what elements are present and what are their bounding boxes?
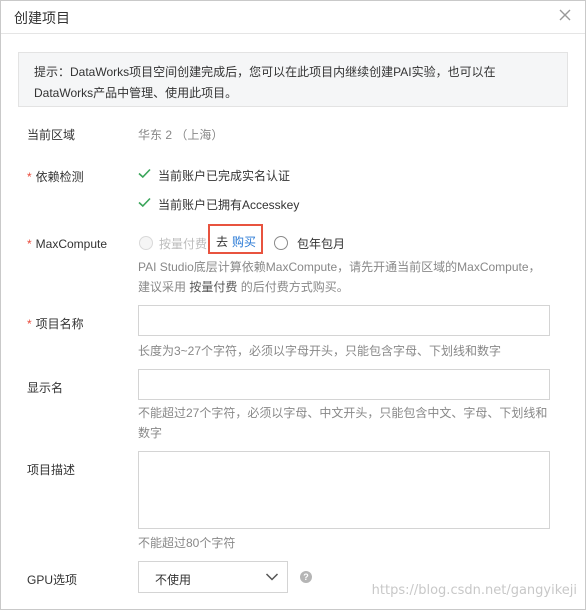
buy-prefix: 去 bbox=[216, 235, 229, 249]
dialog-header: 创建项目 bbox=[1, 1, 585, 34]
maxcompute-hint-line-2: 建议采用 按量付费 的后付费方式购买。 bbox=[138, 280, 349, 294]
display-name-hint-line-1: 不能超过27个字符，必须以字母、中文开头，只能包含中文、字母、下划线和 bbox=[138, 406, 548, 420]
tip-box: 提示：DataWorks项目空间创建完成后，您可以在此项目内继续创建PAI实验，… bbox=[18, 52, 568, 107]
maxcompute-hint: PAI Studio底层计算依赖MaxCompute，请先开通当前区域的MaxC… bbox=[138, 257, 541, 297]
description-hint: 不能超过80个字符 bbox=[138, 536, 236, 550]
radio-subscription-label[interactable]: 包年包月 bbox=[297, 235, 345, 252]
radio-subscription[interactable] bbox=[274, 236, 288, 250]
region-label: 当前区域 bbox=[27, 128, 76, 142]
dependency-label: * 依赖检测 bbox=[27, 168, 84, 185]
check-label: 当前账户已完成实名认证 bbox=[158, 169, 291, 183]
check-icon bbox=[138, 197, 151, 208]
description-textarea[interactable] bbox=[138, 451, 550, 529]
maxcompute-label-text: MaxCompute bbox=[35, 237, 108, 251]
project-name-label: * 项目名称 bbox=[27, 315, 84, 332]
maxcompute-label: * MaxCompute bbox=[27, 237, 107, 251]
buy-link[interactable]: 购买 bbox=[232, 233, 256, 250]
watermark-text: https://blog.csdn.net/gangyikeji bbox=[371, 583, 577, 598]
check-label: 当前账户已拥有Accesskey bbox=[158, 198, 300, 212]
display-name-input[interactable] bbox=[138, 369, 550, 400]
required-mark: * bbox=[27, 317, 32, 331]
required-mark: * bbox=[27, 170, 32, 184]
buy-highlight-box: 去 购买 bbox=[208, 224, 263, 254]
maxcompute-hint-line-1: PAI Studio底层计算依赖MaxCompute，请先开通当前区域的MaxC… bbox=[138, 260, 541, 274]
tip-line-1: 提示：DataWorks项目空间创建完成后，您可以在此项目内继续创建PAI实验，… bbox=[34, 65, 496, 79]
radio-pay-as-you-go-label: 按量付费 bbox=[159, 237, 208, 251]
gpu-label: GPU选项 bbox=[27, 573, 78, 587]
chevron-down-icon bbox=[265, 573, 279, 581]
help-icon[interactable]: ? bbox=[300, 571, 312, 583]
required-mark: * bbox=[27, 237, 32, 251]
dependency-label-text: 依赖检测 bbox=[35, 170, 84, 184]
dialog-title: 创建项目 bbox=[14, 10, 70, 26]
description-label: 项目描述 bbox=[27, 463, 76, 477]
display-name-hint-line-2: 数字 bbox=[138, 426, 163, 440]
radio-pay-as-you-go bbox=[139, 236, 153, 250]
create-project-dialog: 创建项目 提示：DataWorks项目空间创建完成后，您可以在此项目内继续创建P… bbox=[0, 0, 586, 610]
tip-line-2: DataWorks产品中管理、使用此项目。 bbox=[34, 86, 238, 100]
project-name-label-text: 项目名称 bbox=[35, 317, 84, 331]
display-name-hint: 不能超过27个字符，必须以字母、中文开头，只能包含中文、字母、下划线和 数字 bbox=[138, 403, 547, 443]
display-name-label: 显示名 bbox=[27, 381, 64, 395]
gpu-select[interactable]: 不使用 bbox=[138, 561, 288, 593]
maxcompute-hint-highlight: 按量付费 bbox=[189, 280, 238, 294]
project-name-input[interactable] bbox=[138, 305, 550, 336]
close-icon[interactable] bbox=[555, 5, 575, 25]
project-name-hint: 长度为3~27个字符，必须以字母开头，只能包含字母、下划线和数字 bbox=[138, 344, 502, 358]
region-value: 华东 2 （上海） bbox=[138, 128, 224, 142]
check-icon bbox=[138, 168, 151, 179]
gpu-selected-value: 不使用 bbox=[155, 573, 192, 587]
